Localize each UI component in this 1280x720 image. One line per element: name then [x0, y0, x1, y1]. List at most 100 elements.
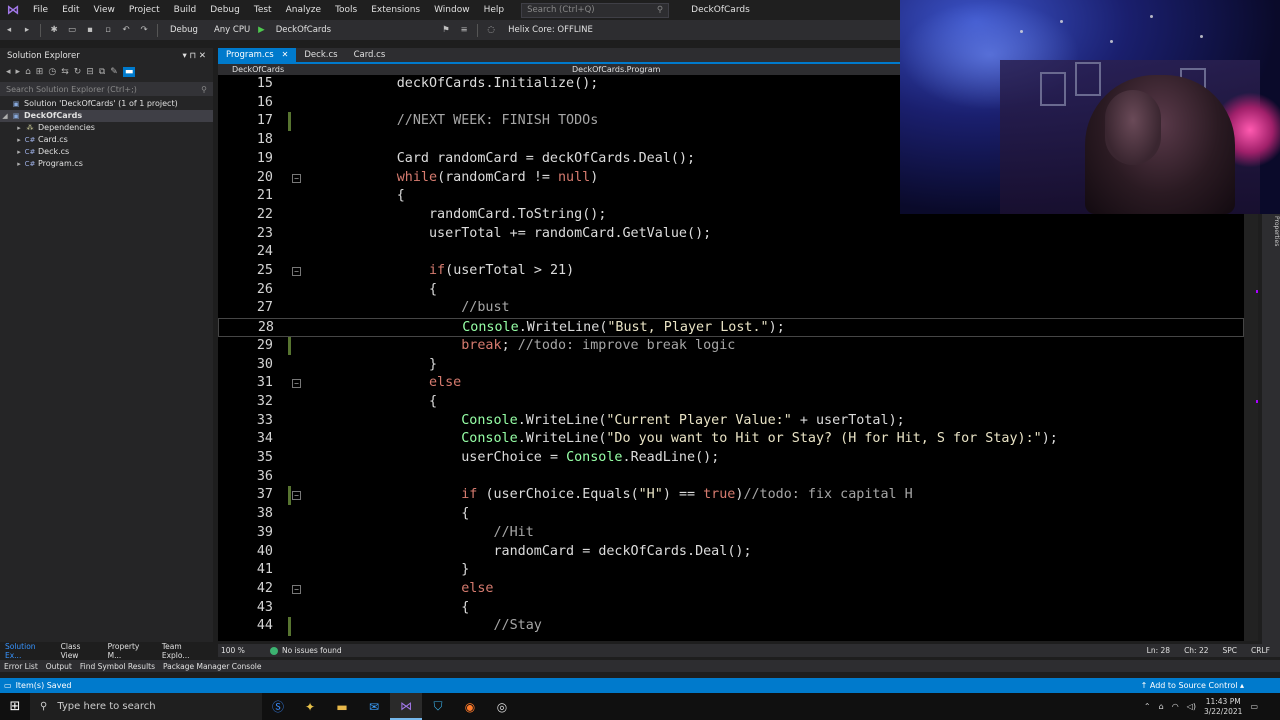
menu-view[interactable]: View [87, 5, 122, 15]
forward-icon[interactable]: ▸ [20, 25, 34, 35]
code-line[interactable]: 24 [218, 243, 1244, 262]
code-line[interactable]: 26 { [218, 281, 1244, 300]
menu-tools[interactable]: Tools [328, 5, 364, 15]
project-navigation-select[interactable]: DeckOfCards [218, 65, 558, 74]
tab-class-view[interactable]: Class View [56, 642, 103, 660]
tab-deck-cs[interactable]: Deck.cs [296, 48, 345, 62]
issues-indicator[interactable]: No issues found [270, 646, 342, 655]
show-all-files-icon[interactable]: ⧉ [99, 67, 105, 77]
code-line[interactable]: 40 randomCard = deckOfCards.Deal(); [218, 543, 1244, 562]
tab-find-symbol-results[interactable]: Find Symbol Results [76, 662, 159, 671]
tab-error-list[interactable]: Error List [0, 662, 42, 671]
type-navigation-select[interactable]: DeckOfCards.Program [558, 65, 898, 74]
skype-icon[interactable]: Ⓢ [262, 693, 294, 720]
tab-package-manager-console[interactable]: Package Manager Console [159, 662, 266, 671]
code-line[interactable]: 29 break; //todo: improve break logic [218, 337, 1244, 356]
save-all-icon[interactable]: ▫ [101, 25, 115, 35]
code-line[interactable]: 33 Console.WriteLine("Current Player Val… [218, 412, 1244, 431]
expand-arrow-icon[interactable]: ▸ [14, 134, 24, 146]
code-line[interactable]: 42 else [218, 580, 1244, 599]
menu-debug[interactable]: Debug [203, 5, 247, 15]
pin-icon[interactable]: ⊓ [190, 51, 197, 61]
volume-icon[interactable]: ◁) [1187, 702, 1196, 711]
helix-status-select[interactable]: Helix Core: OFFLINE [504, 24, 704, 36]
tree-item-card-cs[interactable]: ▸ C# Card.cs [0, 134, 213, 146]
preview-icon[interactable]: ▬ [122, 67, 136, 77]
close-icon[interactable]: ✕ [199, 51, 206, 61]
code-line[interactable]: 41 } [218, 561, 1244, 580]
tree-item-solution[interactable]: ▣ Solution 'DeckOfCards' (1 of 1 project… [0, 98, 213, 110]
new-project-icon[interactable]: ✱ [47, 25, 61, 35]
chevron-up-icon[interactable]: ⌃ [1144, 702, 1151, 711]
expand-arrow-icon[interactable]: ▸ [14, 158, 24, 170]
code-line[interactable]: 37 if (userChoice.Equals("H") == true)//… [218, 486, 1244, 505]
tab-card-cs[interactable]: Card.cs [346, 48, 394, 62]
switch-views-icon[interactable]: ⊞ [36, 67, 44, 77]
home-icon[interactable]: ⌂ [25, 67, 31, 77]
history-icon[interactable]: ◷ [48, 67, 56, 77]
open-folder-icon[interactable]: ▭ [65, 25, 79, 35]
code-line[interactable]: 27 //bust [218, 299, 1244, 318]
fold-toggle-icon[interactable]: − [292, 584, 301, 594]
code-line[interactable]: 32 { [218, 393, 1244, 412]
network-icon[interactable]: ⌂ [1159, 702, 1164, 711]
code-line[interactable]: 44 //Stay [218, 617, 1244, 636]
menu-window[interactable]: Window [427, 5, 477, 15]
close-icon[interactable]: ✕ [282, 48, 289, 62]
forward-icon[interactable]: ▸ [16, 67, 21, 77]
back-icon[interactable]: ◂ [6, 67, 11, 77]
menu-analyze[interactable]: Analyze [279, 5, 328, 15]
collapse-all-icon[interactable]: ⊟ [86, 67, 94, 77]
expand-arrow-icon[interactable]: ▸ [14, 146, 24, 158]
wifi-icon[interactable]: ◠ [1172, 702, 1179, 711]
file-explorer-icon[interactable]: ▬ [326, 693, 358, 720]
properties-side-tab[interactable]: Properties [1262, 214, 1280, 644]
undo-icon[interactable]: ↶ [119, 25, 133, 35]
tree-item-project[interactable]: ◢ ▣ DeckOfCards [0, 110, 213, 122]
code-line[interactable]: 39 //Hit [218, 524, 1244, 543]
menu-test[interactable]: Test [247, 5, 279, 15]
fold-toggle-icon[interactable]: − [292, 173, 301, 183]
mail-icon[interactable]: ✉ [358, 693, 390, 720]
quick-search-input[interactable]: Search (Ctrl+Q) ⚲ [521, 2, 670, 18]
zoom-level[interactable]: 100 % [218, 646, 270, 655]
menu-edit[interactable]: Edit [55, 5, 86, 15]
tree-item-program-cs[interactable]: ▸ C# Program.cs [0, 158, 213, 170]
code-line[interactable]: 23 userTotal += randomCard.GetValue(); [218, 225, 1244, 244]
notification-icon[interactable]: ▭ [1250, 702, 1258, 711]
tab-solution-explorer[interactable]: Solution Ex... [0, 642, 56, 660]
menu-file[interactable]: File [26, 5, 55, 15]
fold-toggle-icon[interactable]: − [292, 267, 301, 276]
platform-select[interactable]: Any CPU [210, 24, 254, 36]
tab-property-manager[interactable]: Property M... [103, 642, 157, 660]
code-line[interactable]: 28 Console.WriteLine("Bust, Player Lost.… [218, 318, 1244, 337]
collapse-arrow-icon[interactable]: ◢ [0, 110, 10, 122]
taskbar-search-input[interactable]: ⚲ Type here to search [30, 693, 262, 720]
windows-start-icon[interactable]: ⊞ [0, 699, 30, 714]
code-line[interactable]: 25 if(userTotal > 21) [218, 262, 1244, 281]
tab-program-cs[interactable]: Program.cs ✕ [218, 48, 297, 62]
obs-icon[interactable]: ◎ [486, 693, 518, 720]
tab-team-explorer[interactable]: Team Explo... [157, 642, 213, 660]
fold-toggle-icon[interactable]: − [292, 379, 301, 389]
code-line[interactable]: 36 [218, 468, 1244, 487]
run-icon[interactable]: ▶ [258, 25, 265, 35]
code-line[interactable]: 34 Console.WriteLine("Do you want to Hit… [218, 430, 1244, 449]
comment-icon[interactable]: ≡ [457, 25, 471, 35]
code-line[interactable]: 43 { [218, 599, 1244, 618]
save-icon[interactable]: ▪ [83, 25, 97, 35]
solution-search-input[interactable]: Search Solution Explorer (Ctrl+;) ⚲ [0, 82, 213, 96]
code-line[interactable]: 31 else [218, 374, 1244, 393]
menu-help[interactable]: Help [477, 5, 512, 15]
firefox-icon[interactable]: ◉ [454, 693, 486, 720]
tab-output[interactable]: Output [42, 662, 76, 671]
add-to-source-control-button[interactable]: ↑ Add to Source Control ▴ [1141, 681, 1244, 690]
sync-icon[interactable]: ⇆ [61, 67, 69, 77]
app-icon[interactable]: ✦ [294, 693, 326, 720]
tree-item-deck-cs[interactable]: ▸ C# Deck.cs [0, 146, 213, 158]
code-line[interactable]: 30 } [218, 356, 1244, 375]
configuration-select[interactable]: Debug [166, 24, 202, 36]
vpn-shield-icon[interactable]: ⛉ [422, 693, 454, 720]
menu-extensions[interactable]: Extensions [364, 5, 427, 15]
back-icon[interactable]: ◂ [2, 25, 16, 35]
